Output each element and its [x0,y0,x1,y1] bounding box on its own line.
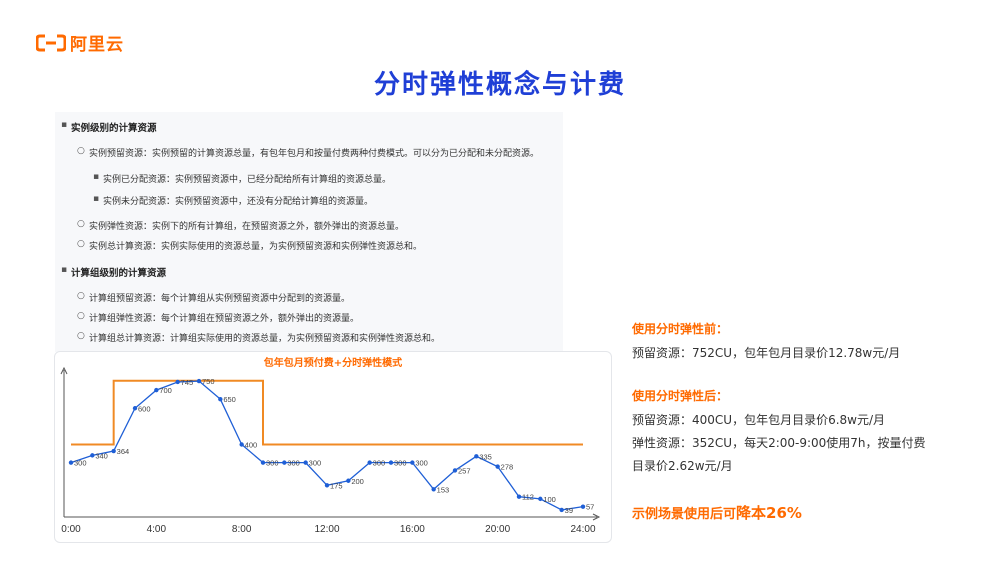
usage-data-label: 153 [437,485,450,494]
usage-point [90,453,95,458]
usage-point [495,464,500,469]
usage-data-label: 112 [522,493,534,502]
result-summary: 示例场景使用后可降本26% [632,502,992,523]
usage-data-label: 39 [565,506,573,515]
before-line: 预留资源：752CU，包年包月目录价12.78w元/月 [632,346,901,360]
circle-bullet-icon: ○ [77,146,85,156]
usage-data-label: 100 [543,495,556,504]
x-tick-label: 8:00 [232,524,252,535]
usage-point [367,460,372,465]
after-line-1: 预留资源：400CU，包年包月目录价6.8w元/月 [632,413,886,427]
resource-usage-chart: 0:00 4:00 8:00 12:00 16:00 20:00 24:00 300 340 36… [60,366,601,535]
usage-data-label: 300 [74,459,87,468]
usage-point [218,396,223,402]
circle-bullet-icon: ○ [77,291,85,301]
bullet-icon: ▪ [61,265,68,275]
usage-point [260,460,266,465]
circle-bullet-icon: ○ [77,311,85,321]
usage-data-label: 400 [245,441,258,450]
usage-point [388,460,394,465]
usage-point [282,460,287,465]
after-line-3: 目录价2.62w元/月 [632,459,733,473]
brand-name: 阿里云 [70,35,124,55]
doc-item: 实例总计算资源：实例实际使用的资源总量，为实例预留资源和实例弹性资源总和。 [89,242,423,252]
x-tick-label: 16:00 [400,524,425,535]
usage-point [303,460,308,465]
usage-point [538,496,543,502]
x-tick-label: 12:00 [314,524,339,535]
usage-point [111,448,116,454]
usage-data-label: 300 [266,459,279,468]
result-emphasis: 降本26% [736,504,802,522]
aliyun-logo: 阿里云 [36,30,124,55]
usage-point [559,507,564,513]
usage-data-label: 700 [159,386,172,395]
usage-data-label: 175 [330,481,343,490]
usage-data-label: 300 [415,459,428,468]
doc-subitem: 实例未分配资源：实例预留资源中，还没有分配给计算组的资源量。 [103,197,374,207]
chart-card: 包年包月预付费+分时弹性模式 0:00 4:00 8:00 12:00 16:00 20:… [54,351,612,543]
bullet-icon: ▪ [93,172,100,182]
x-tick-label: 4:00 [147,524,167,535]
circle-bullet-icon: ○ [77,331,85,341]
usage-data-label: 57 [586,503,594,512]
doc-subitem: 实例已分配资源：实例预留资源中，已经分配给所有计算组的资源总量。 [103,175,392,185]
doc-item: 计算组总计算资源：计算组实际使用的资源总量，为实例预留资源和实例弹性资源总和。 [89,334,441,344]
usage-data-label: 745 [181,378,194,387]
usage-point [516,494,522,499]
usage-data-label: 278 [501,463,514,472]
usage-data-label: 300 [373,459,386,468]
usage-point [346,478,351,483]
usage-point [154,387,159,393]
usage-point [452,468,458,473]
usage-point [132,406,138,411]
after-line-2: 弹性资源：352CU，每天2:00-9:00使用7h，按量付费 [632,436,926,450]
circle-bullet-icon: ○ [77,219,85,229]
usage-point [68,460,74,465]
doc-item: 实例预留资源：实例预留的计算资源总量，有包年包月和按量付费两种付费模式。可以分为… [89,149,540,159]
usage-point [474,454,479,459]
x-tick-label: 0:00 [61,524,81,535]
usage-data-label: 300 [287,459,300,468]
doc-excerpt: ▪ 实例级别的计算资源 ○ 实例预留资源：实例预留的计算资源总量，有包年包月和按… [55,112,563,352]
usage-data-label: 650 [223,395,236,404]
usage-data-label: 340 [95,451,108,460]
usage-point [410,460,415,465]
usage-data-label: 257 [458,466,471,475]
usage-point [196,378,202,384]
usage-data-label: 200 [351,477,364,486]
doc-item: 实例弹性资源：实例下的所有计算组，在预留资源之外，额外弹出的资源总量。 [89,222,405,232]
usage-data-label: 335 [479,452,492,461]
usage-data-label: 600 [138,404,151,413]
usage-data-label: 364 [117,447,130,456]
result-prefix: 示例场景使用后可 [632,507,737,522]
doc-item: 计算组弹性资源：每个计算组在预留资源之外，额外弹出的资源量。 [89,314,360,324]
usage-point [324,483,330,488]
usage-point [580,504,586,509]
doc-item: 计算组预留资源：每个计算组从实例预留资源中分配到的资源量。 [89,294,351,304]
usage-point [239,442,244,447]
circle-bullet-icon: ○ [77,239,85,249]
page-title: 分时弹性概念与计费 [373,70,626,100]
bullet-icon: ▪ [93,194,100,204]
usage-point [175,379,180,385]
usage-point [431,487,436,492]
x-tick-label: 20:00 [485,524,510,535]
after-title: 使用分时弹性后： [632,389,729,403]
before-title: 使用分时弹性前： [632,322,729,336]
aliyun-logo-icon [36,34,66,51]
x-tick-label: 24:00 [570,524,595,535]
section-heading: 实例级别的计算资源 [71,123,157,134]
usage-data-label: 300 [394,459,407,468]
section-heading: 计算组级别的计算资源 [71,268,167,279]
usage-data-label: 750 [202,377,215,386]
bullet-icon: ▪ [61,120,68,130]
usage-data-label: 300 [309,459,322,468]
